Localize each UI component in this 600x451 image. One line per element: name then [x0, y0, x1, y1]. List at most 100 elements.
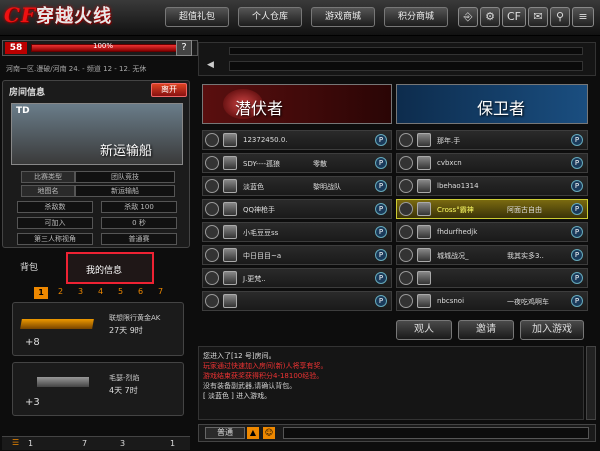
player-slot[interactable]: nbcsnoi 一夜吃鸡啊车 P: [396, 291, 588, 311]
help-icon[interactable]: ?: [176, 40, 192, 56]
player-name: 淡蓝色: [243, 183, 264, 191]
match-type-label: 比赛类型: [21, 171, 75, 183]
exit-icon[interactable]: ⎆: [458, 7, 478, 27]
cf-icon[interactable]: CF: [502, 7, 526, 27]
inventory-item[interactable]: +3 毛瑟-烈焰 4天 7时: [12, 362, 184, 416]
player-avatar: [399, 294, 413, 308]
player-slot[interactable]: 那年.手 P: [396, 130, 588, 150]
match-type-select[interactable]: 团队竞技: [75, 171, 175, 183]
page-2[interactable]: 2: [58, 287, 63, 296]
nav-personal-warehouse[interactable]: 个人仓库: [238, 7, 302, 27]
chat-log: 您进入了[12 号]房间。 玩家通过快速加入房间(新)人将享有奖。 游戏结束获奖获得…: [203, 351, 579, 401]
respawn-select[interactable]: 0 秒: [101, 217, 177, 229]
mail-icon[interactable]: ✉: [528, 7, 548, 27]
player-avatar: [205, 248, 219, 262]
page-5[interactable]: 5: [118, 287, 123, 296]
kill-count-label: 杀敌数: [17, 201, 93, 213]
item-name: 联想限行黄金AK: [109, 314, 161, 322]
stat-4: 1: [170, 439, 176, 448]
team-name-right: 保卫者: [477, 99, 526, 118]
stat-1: 1: [28, 439, 34, 448]
player-avatar: [205, 202, 219, 216]
tab-my-info-label: 我的信息: [86, 266, 123, 276]
player-slot[interactable]: 城城战况_ 我其实多3.. P: [396, 245, 588, 265]
chat-channel-select[interactable]: 普通: [205, 427, 245, 439]
leave-room-button[interactable]: 离开: [151, 83, 187, 97]
nav-points-store[interactable]: 积分商城: [384, 7, 448, 27]
rank-icon: [223, 156, 237, 170]
location-icon[interactable]: ⚲: [550, 7, 570, 27]
difficulty-select[interactable]: 普通赛: [101, 233, 177, 245]
game-logo: CF穿越火线: [4, 3, 113, 27]
rank-icon: [223, 271, 237, 285]
player-slot[interactable]: lbehao1314 P: [396, 176, 588, 196]
player-slot[interactable]: J.更梵.. P: [202, 268, 392, 288]
rank-icon: [223, 248, 237, 262]
item-enhance: +8: [25, 337, 40, 348]
stat-2: 7: [82, 439, 88, 448]
rank-icon: [223, 133, 237, 147]
left-team-list: 12372450.0. P SDY----孤狼 零散 P 淡蓝色 黎明战队 P QQ神枪手 P 小毛…: [202, 130, 392, 314]
speaker-icon: ◀: [207, 60, 214, 70]
rank-icon: [223, 225, 237, 239]
player-slot[interactable]: QQ神枪手 P: [202, 199, 392, 219]
rank-icon: [417, 294, 431, 308]
invite-button[interactable]: 邀请: [458, 320, 514, 340]
premium-badge-icon: P: [375, 295, 387, 307]
player-slot[interactable]: Cross°霸神 阿面古自由 P: [396, 199, 588, 219]
page-4[interactable]: 4: [98, 287, 103, 296]
bottom-stats-bar: ☰ 1 7 3 1: [2, 436, 190, 450]
page-3[interactable]: 3: [78, 287, 83, 296]
player-slot[interactable]: cvbxcn P: [396, 153, 588, 173]
premium-badge-icon: P: [571, 203, 583, 215]
player-slot[interactable]: fhdurfhedjk P: [396, 222, 588, 242]
premium-badge-icon: P: [571, 180, 583, 192]
premium-badge-icon: P: [571, 272, 583, 284]
player-slot[interactable]: SDY----孤狼 零散 P: [202, 153, 392, 173]
tab-bag[interactable]: 背包: [20, 260, 38, 273]
page-7[interactable]: 7: [158, 287, 163, 296]
page-1[interactable]: 1: [34, 287, 48, 299]
map-name-label: 地图名: [21, 185, 75, 197]
player-slot[interactable]: 中日目目~a P: [202, 245, 392, 265]
join-game-button[interactable]: 加入游戏: [520, 320, 584, 340]
player-slot[interactable]: 12372450.0. P: [202, 130, 392, 150]
player-slot[interactable]: 淡蓝色 黎明战队 P: [202, 176, 392, 196]
settings-icon[interactable]: ⚙: [480, 7, 500, 27]
stat-3: 3: [120, 439, 126, 448]
menu-icon[interactable]: ≡: [572, 7, 594, 27]
kill-count-select[interactable]: 杀敌 100: [101, 201, 177, 213]
player-avatar: [399, 248, 413, 262]
premium-badge-icon: P: [375, 180, 387, 192]
emoji-icon[interactable]: ☺: [263, 427, 275, 439]
chat-message: [ 淡蓝色 ] 进入游戏。: [203, 392, 272, 400]
inventory-item[interactable]: +8 联想限行黄金AK 27天 9时: [12, 302, 184, 356]
info-track-1: [229, 47, 583, 55]
watch-button[interactable]: 观人: [396, 320, 452, 340]
channel-up-icon[interactable]: ▲: [247, 427, 259, 439]
premium-badge-icon: P: [571, 249, 583, 261]
exp-text: 100%: [93, 42, 114, 50]
top-bar: CF穿越火线 超值礼包 个人仓库 游戏商城 积分商城 ⎆ ⚙ CF ✉ ⚲ ≡: [0, 0, 600, 36]
right-team-list: 那年.手 P cvbxcn P lbehao1314 P Cross°霸神 阿面古自由 P fhd…: [396, 130, 588, 314]
player-slot[interactable]: P: [202, 291, 392, 311]
player-name: fhdurfhedjk: [437, 228, 478, 236]
player-slot[interactable]: P: [396, 268, 588, 288]
chat-scrollbar[interactable]: [586, 346, 596, 420]
player-avatar: [399, 271, 413, 285]
premium-badge-icon: P: [375, 203, 387, 215]
team-banner-right: 保卫者: [396, 84, 588, 124]
chat-input[interactable]: [283, 427, 589, 439]
map-name-select[interactable]: 新运输船: [75, 185, 175, 197]
nav-gift-pack[interactable]: 超值礼包: [165, 7, 229, 27]
page-6[interactable]: 6: [138, 287, 143, 296]
premium-badge-icon: P: [571, 295, 583, 307]
rank-icon: [417, 271, 431, 285]
chat-message: 游戏结束获奖获得积分4-18100经验。: [203, 372, 324, 380]
item-name: 毛瑟-烈焰: [109, 374, 140, 382]
team-banner-left: 潜伏者: [202, 84, 392, 124]
player-avatar: [399, 133, 413, 147]
player-slot[interactable]: 小毛豆豆ss P: [202, 222, 392, 242]
tab-my-info[interactable]: 我的信息: [66, 252, 154, 284]
nav-game-store[interactable]: 游戏商城: [311, 7, 375, 27]
